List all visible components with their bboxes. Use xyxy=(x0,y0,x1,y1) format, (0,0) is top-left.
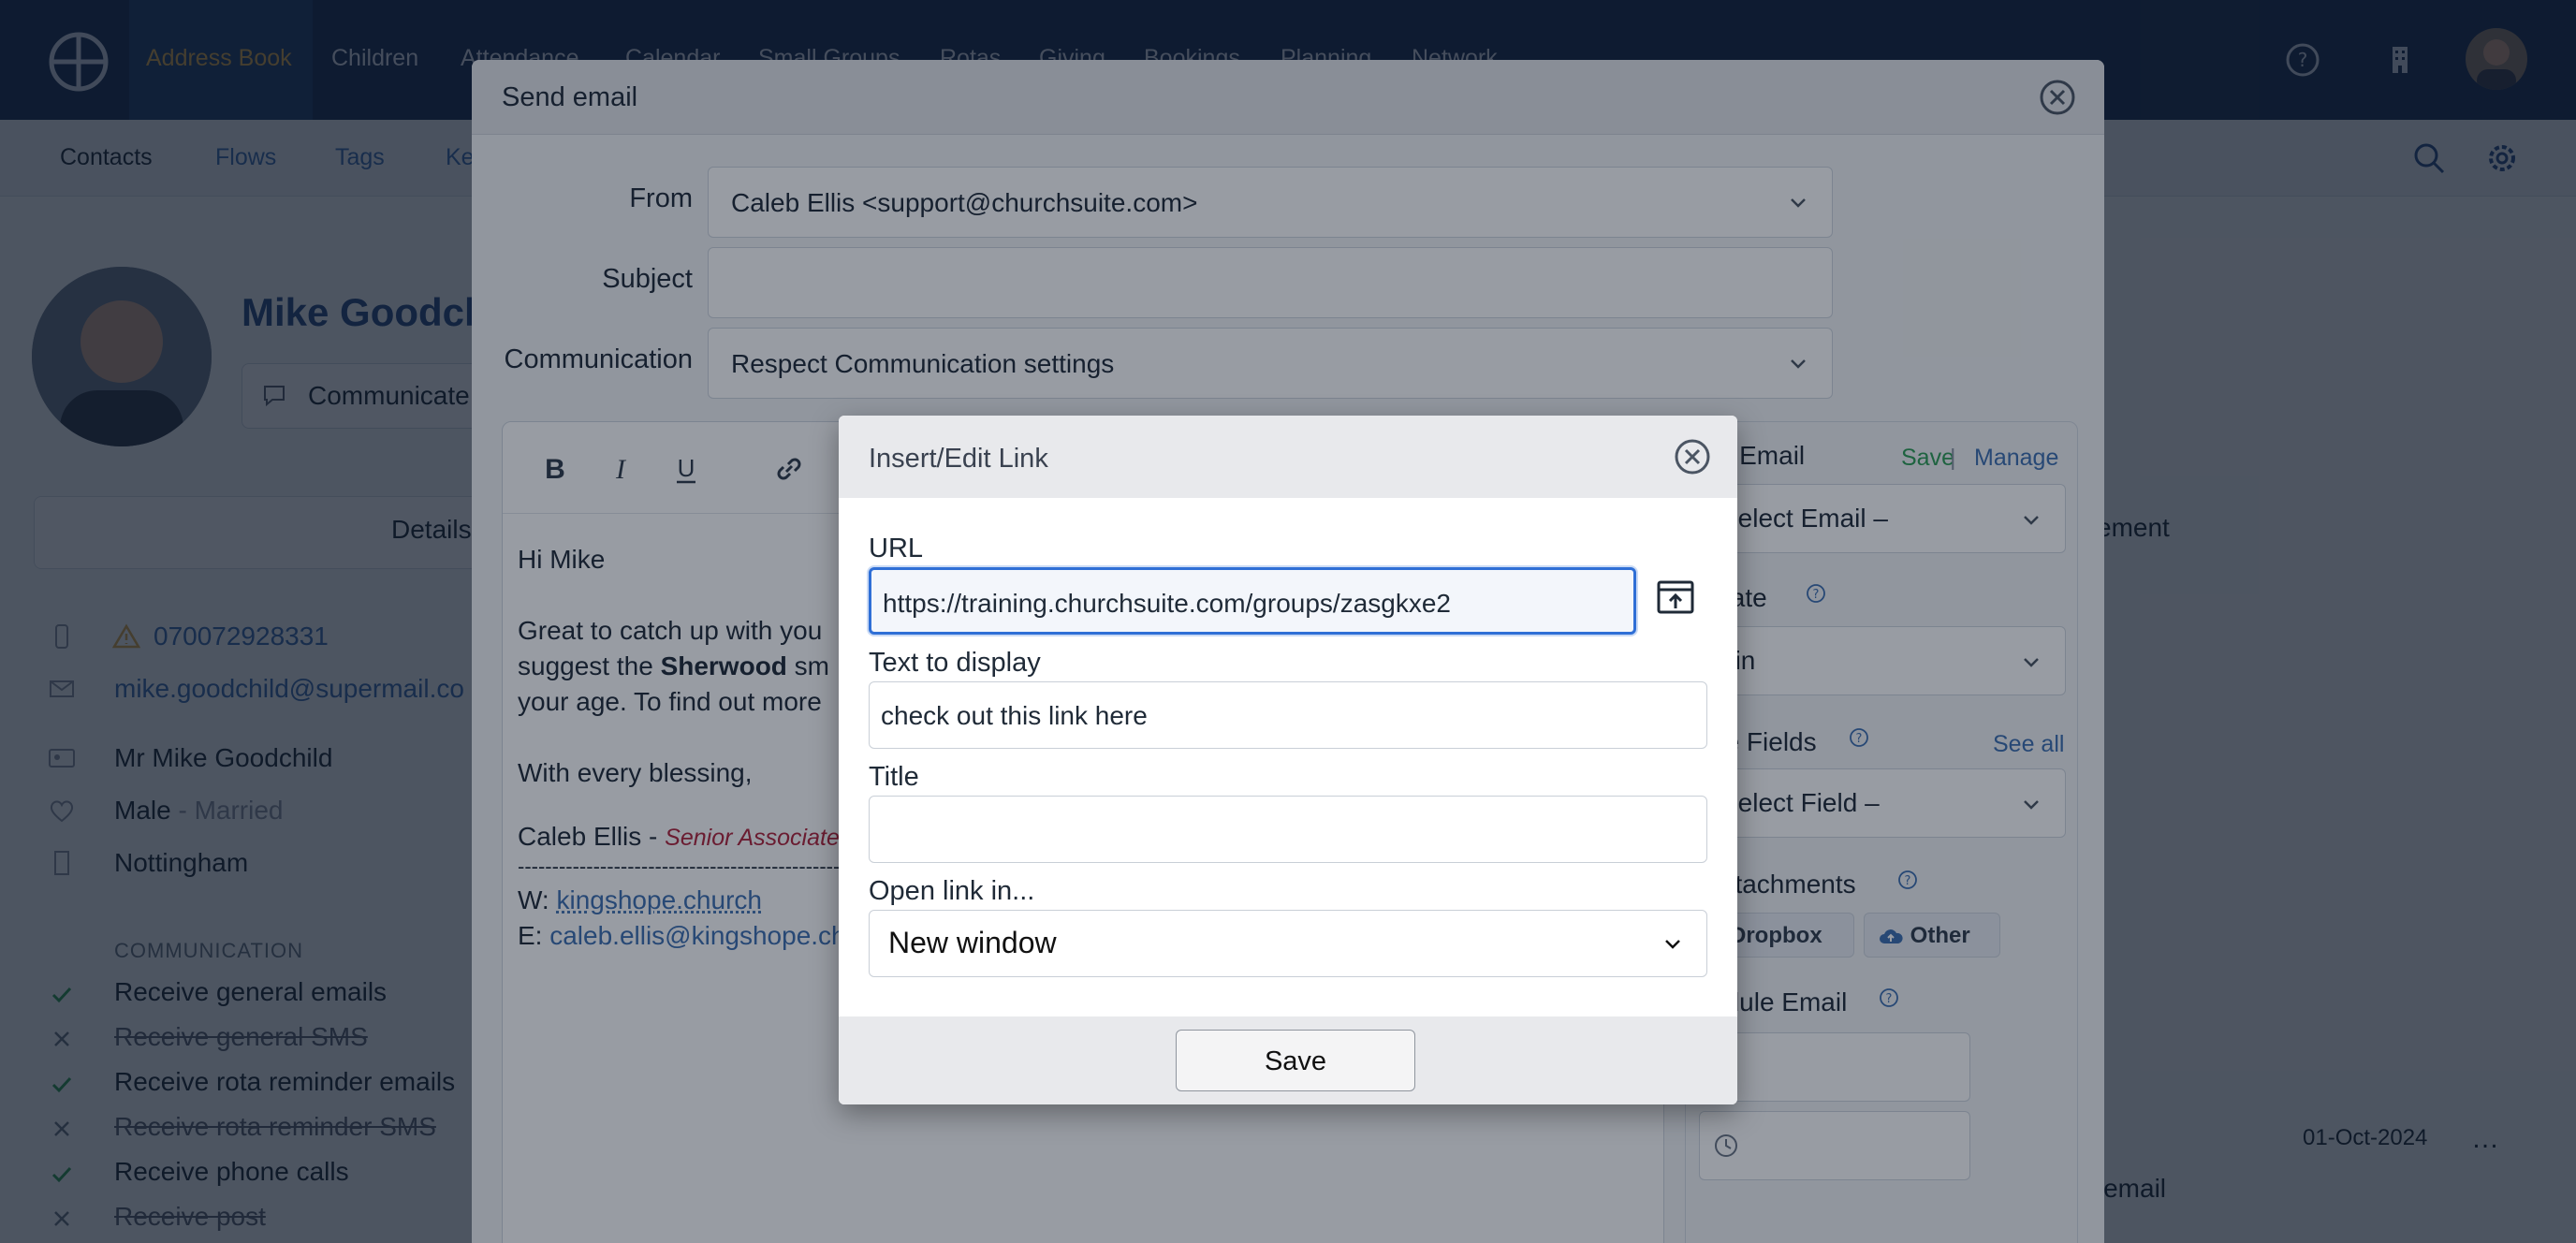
text-display-label: Text to display xyxy=(869,648,1041,679)
save-button[interactable]: Save xyxy=(1176,1030,1415,1091)
chevron-down-icon xyxy=(1660,931,1686,958)
dialog-title: Insert/Edit Link xyxy=(869,444,1048,475)
close-icon[interactable] xyxy=(1672,436,1713,477)
open-link-in-select[interactable]: New window xyxy=(869,910,1707,977)
dialog-header: Insert/Edit Link xyxy=(839,416,1737,498)
url-label: URL xyxy=(869,534,923,564)
dialog-footer: Save xyxy=(839,1016,1737,1104)
title-input[interactable] xyxy=(869,796,1707,863)
open-link-in-label: Open link in... xyxy=(869,876,1034,907)
text-display-input[interactable]: check out this link here xyxy=(869,681,1707,749)
insert-link-dialog: Insert/Edit Link URL https://training.ch… xyxy=(839,416,1737,1104)
url-input[interactable]: https://training.churchsuite.com/groups/… xyxy=(869,567,1636,635)
browse-icon[interactable] xyxy=(1653,575,1698,620)
open-link-in-value: New window xyxy=(888,926,1057,959)
title-label: Title xyxy=(869,762,919,793)
